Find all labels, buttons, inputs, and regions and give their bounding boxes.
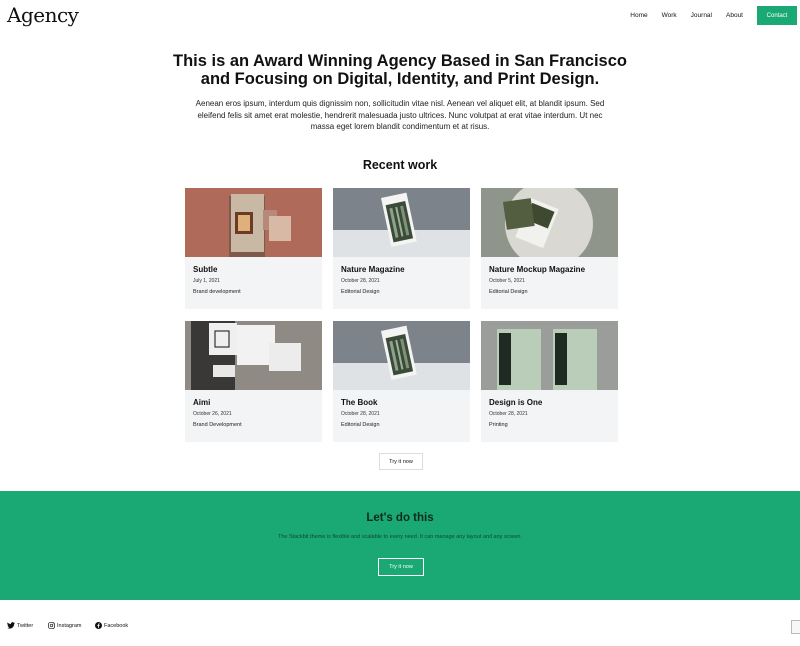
facebook-link[interactable]: Facebook [95, 622, 128, 629]
twitter-link[interactable]: Twitter [7, 622, 33, 629]
work-thumbnail [185, 188, 322, 257]
work-date: October 28, 2021 [341, 411, 380, 417]
nav-journal[interactable]: Journal [691, 12, 712, 19]
work-title: Nature Mockup Magazine [489, 265, 586, 274]
facebook-label: Facebook [104, 622, 129, 629]
cta-try-it-now-button[interactable]: Try it now [378, 558, 424, 576]
instagram-link[interactable]: Instagram [48, 622, 81, 629]
work-category: Editorial Design [489, 289, 528, 295]
twitter-label: Twitter [17, 622, 34, 629]
work-category: Brand Development [193, 422, 242, 428]
instagram-icon [48, 622, 55, 629]
work-card-design-is-one[interactable]: Design is One October 28, 2021 Printing [481, 321, 618, 442]
work-thumbnail [333, 321, 470, 390]
work-thumbnail [185, 321, 322, 390]
nav-work[interactable]: Work [662, 12, 677, 19]
hero-title-line-2: and Focusing on Digital, Identity, and P… [200, 70, 600, 88]
work-category: Editorial Design [341, 289, 380, 295]
nav-about[interactable]: About [726, 12, 743, 19]
nav-home[interactable]: Home [630, 12, 647, 19]
instagram-label: Instagram [57, 622, 82, 629]
cta-section: Let's do this The Stackbit theme is flex… [0, 491, 800, 600]
facebook-icon [95, 622, 102, 629]
cta-text: The Stackbit theme is flexible and scala… [278, 534, 522, 540]
work-category: Editorial Design [341, 422, 380, 428]
work-category: Printing [489, 422, 508, 428]
work-title: The Book [341, 398, 378, 407]
work-card-nature-mockup-magazine[interactable]: Nature Mockup Magazine October 5, 2021 E… [481, 188, 618, 309]
work-date: October 26, 2021 [193, 411, 232, 417]
work-thumbnail [333, 188, 470, 257]
site-footer: Twitter Instagram Facebook [0, 600, 800, 646]
work-thumbnail [481, 188, 618, 257]
contact-button[interactable]: Contact [757, 6, 797, 25]
work-card-aimi[interactable]: Aimi October 26, 2021 Brand Development [185, 321, 322, 442]
main-nav: Home Work Journal About Contact [630, 6, 797, 25]
twitter-icon [7, 622, 15, 629]
recent-work-title: Recent work [362, 158, 438, 172]
work-card-the-book[interactable]: The Book October 28, 2021 Editorial Desi… [333, 321, 470, 442]
try-it-now-button[interactable]: Try it now [379, 453, 423, 470]
hero-description: Aenean eros ipsum, interdum quis digniss… [195, 99, 605, 131]
work-thumbnail [481, 321, 618, 390]
work-date: July 1, 2021 [193, 278, 220, 284]
work-title: Nature Magazine [341, 265, 405, 274]
work-title: Aimi [193, 398, 211, 407]
work-title: Subtle [193, 265, 218, 274]
hero-title: This is an Award Winning Agency Based in… [0, 52, 800, 88]
site-logo[interactable]: Agency [7, 3, 79, 27]
work-date: October 28, 2021 [489, 411, 528, 417]
cta-title: Let's do this [366, 512, 434, 524]
site-header: Agency Home Work Journal About Contact [0, 0, 800, 32]
work-card-subtle[interactable]: Subtle July 1, 2021 Brand development [185, 188, 322, 309]
work-card-nature-magazine[interactable]: Nature Magazine October 28, 2021 Editori… [333, 188, 470, 309]
scroll-to-top-tab[interactable] [791, 620, 800, 634]
hero-title-line-1: This is an Award Winning Agency Based in… [172, 52, 627, 70]
work-category: Brand development [193, 289, 241, 295]
work-title: Design is One [489, 398, 543, 407]
work-date: October 28, 2021 [341, 278, 380, 284]
work-date: October 5, 2021 [489, 278, 525, 284]
